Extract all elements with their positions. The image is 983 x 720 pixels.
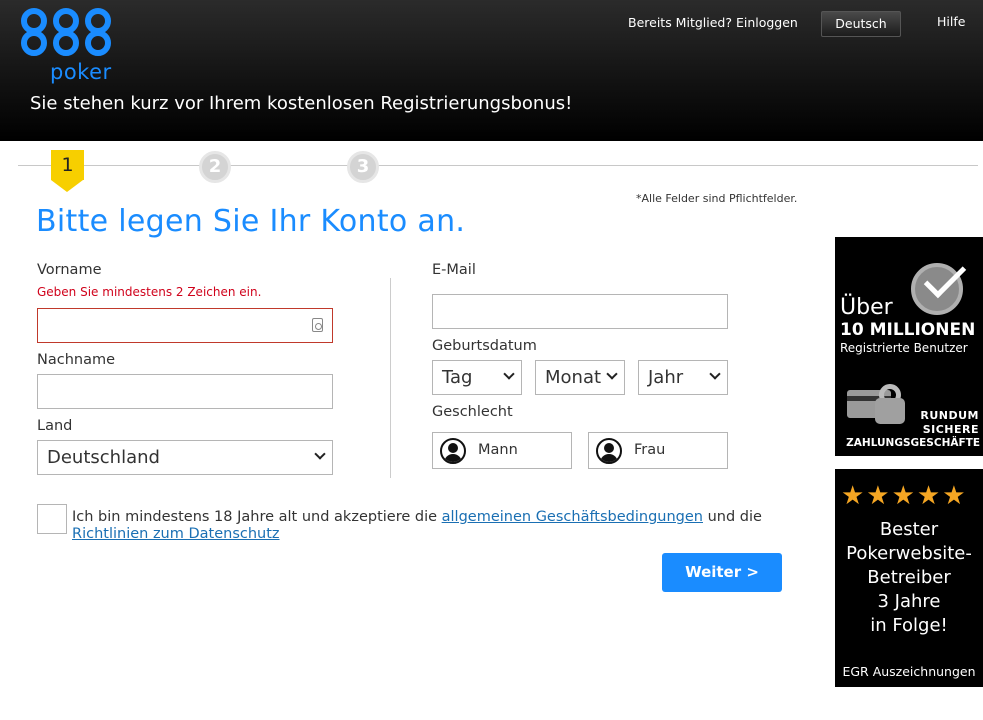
chevron-down-icon [606,368,618,380]
header-tagline: Sie stehen kurz vor Ihrem kostenlosen Re… [30,93,573,114]
country-value: Deutschland [47,447,160,468]
award-line-1: Bester [879,519,939,540]
gender-female-option[interactable]: Frau [588,432,728,469]
step-3: 3 [347,151,379,183]
award-line-4: 3 Jahre [877,591,941,612]
banner-registered: Registrierte Benutzer [840,341,968,355]
column-divider [390,278,391,478]
terms-checkbox[interactable] [37,504,67,534]
award-banner: ★★★★★ Bester Pokerwebsite- Betreiber 3 J… [835,469,983,687]
chevron-down-icon [314,448,326,460]
gender-female-label: Frau [634,442,666,458]
language-button[interactable]: Deutsch [821,11,901,37]
year-value: Jahr [648,367,684,388]
checkmark-badge-icon [907,255,975,315]
birthdate-label: Geburtsdatum [432,338,537,354]
continue-button[interactable]: Weiter > [662,553,782,592]
banner-secure-2: SICHERE [922,423,979,436]
card-lock-icon [847,384,909,428]
gender-label: Geschlecht [432,404,513,420]
help-link[interactable]: Hilfe [937,14,965,29]
email-input[interactable] [432,294,728,329]
country-select[interactable]: Deutschland [37,440,333,475]
first-name-label: Vorname [37,262,102,278]
banner-ueber: Über [840,295,893,320]
gender-male-option[interactable]: Mann [432,432,572,469]
banner-member-count: 10 MILLIONEN [840,320,976,340]
banner-secure-1: RUNDUM [920,409,979,422]
logo-word: poker [50,60,112,84]
person-icon [596,438,622,464]
required-fields-note: *Alle Felder sind Pflichtfelder. [636,192,798,205]
award-line-3: Betreiber [867,567,951,588]
step-1-active: 1 [51,150,84,192]
year-select[interactable]: Jahr [638,360,728,395]
members-banner: Über 10 MILLIONEN Registrierte Benutzer … [835,237,983,456]
contact-card-icon[interactable] [312,318,323,332]
email-label: E-Mail [432,262,476,278]
logo-number [18,8,113,58]
888poker-logo[interactable]: poker [18,8,114,84]
chevron-down-icon [503,368,515,380]
day-value: Tag [442,367,473,388]
privacy-link[interactable]: Richtlinien zum Datenschutz [72,526,280,542]
last-name-label: Nachname [37,352,116,368]
first-name-error: Geben Sie mindestens 2 Zeichen ein. [37,285,262,299]
stepper-line [18,165,978,166]
chevron-down-icon [709,368,721,380]
country-label: Land [37,418,73,434]
rating-stars-icon: ★★★★★ [841,481,968,511]
terms-text: Ich bin mindestens 18 Jahre alt und akze… [72,509,762,542]
login-link[interactable]: Bereits Mitglied? Einloggen [628,15,798,30]
day-select[interactable]: Tag [432,360,522,395]
person-icon [440,438,466,464]
first-name-input[interactable] [37,308,333,343]
page-title: Bitte legen Sie Ihr Konto an. [36,204,466,239]
header: poker Sie stehen kurz vor Ihrem kostenlo… [0,0,983,141]
banner-secure-3: ZAHLUNGSGESCHÄFTE [846,437,980,449]
gender-male-label: Mann [478,442,518,458]
month-select[interactable]: Monat [535,360,625,395]
step-2: 2 [199,151,231,183]
award-line-2: Pokerwebsite- [846,543,972,564]
award-footer: EGR Auszeichnungen [842,664,976,679]
terms-link[interactable]: allgemeinen Geschäftsbedingungen [442,509,703,525]
month-value: Monat [545,367,602,388]
last-name-input[interactable] [37,374,333,409]
award-line-5: in Folge! [870,615,948,636]
